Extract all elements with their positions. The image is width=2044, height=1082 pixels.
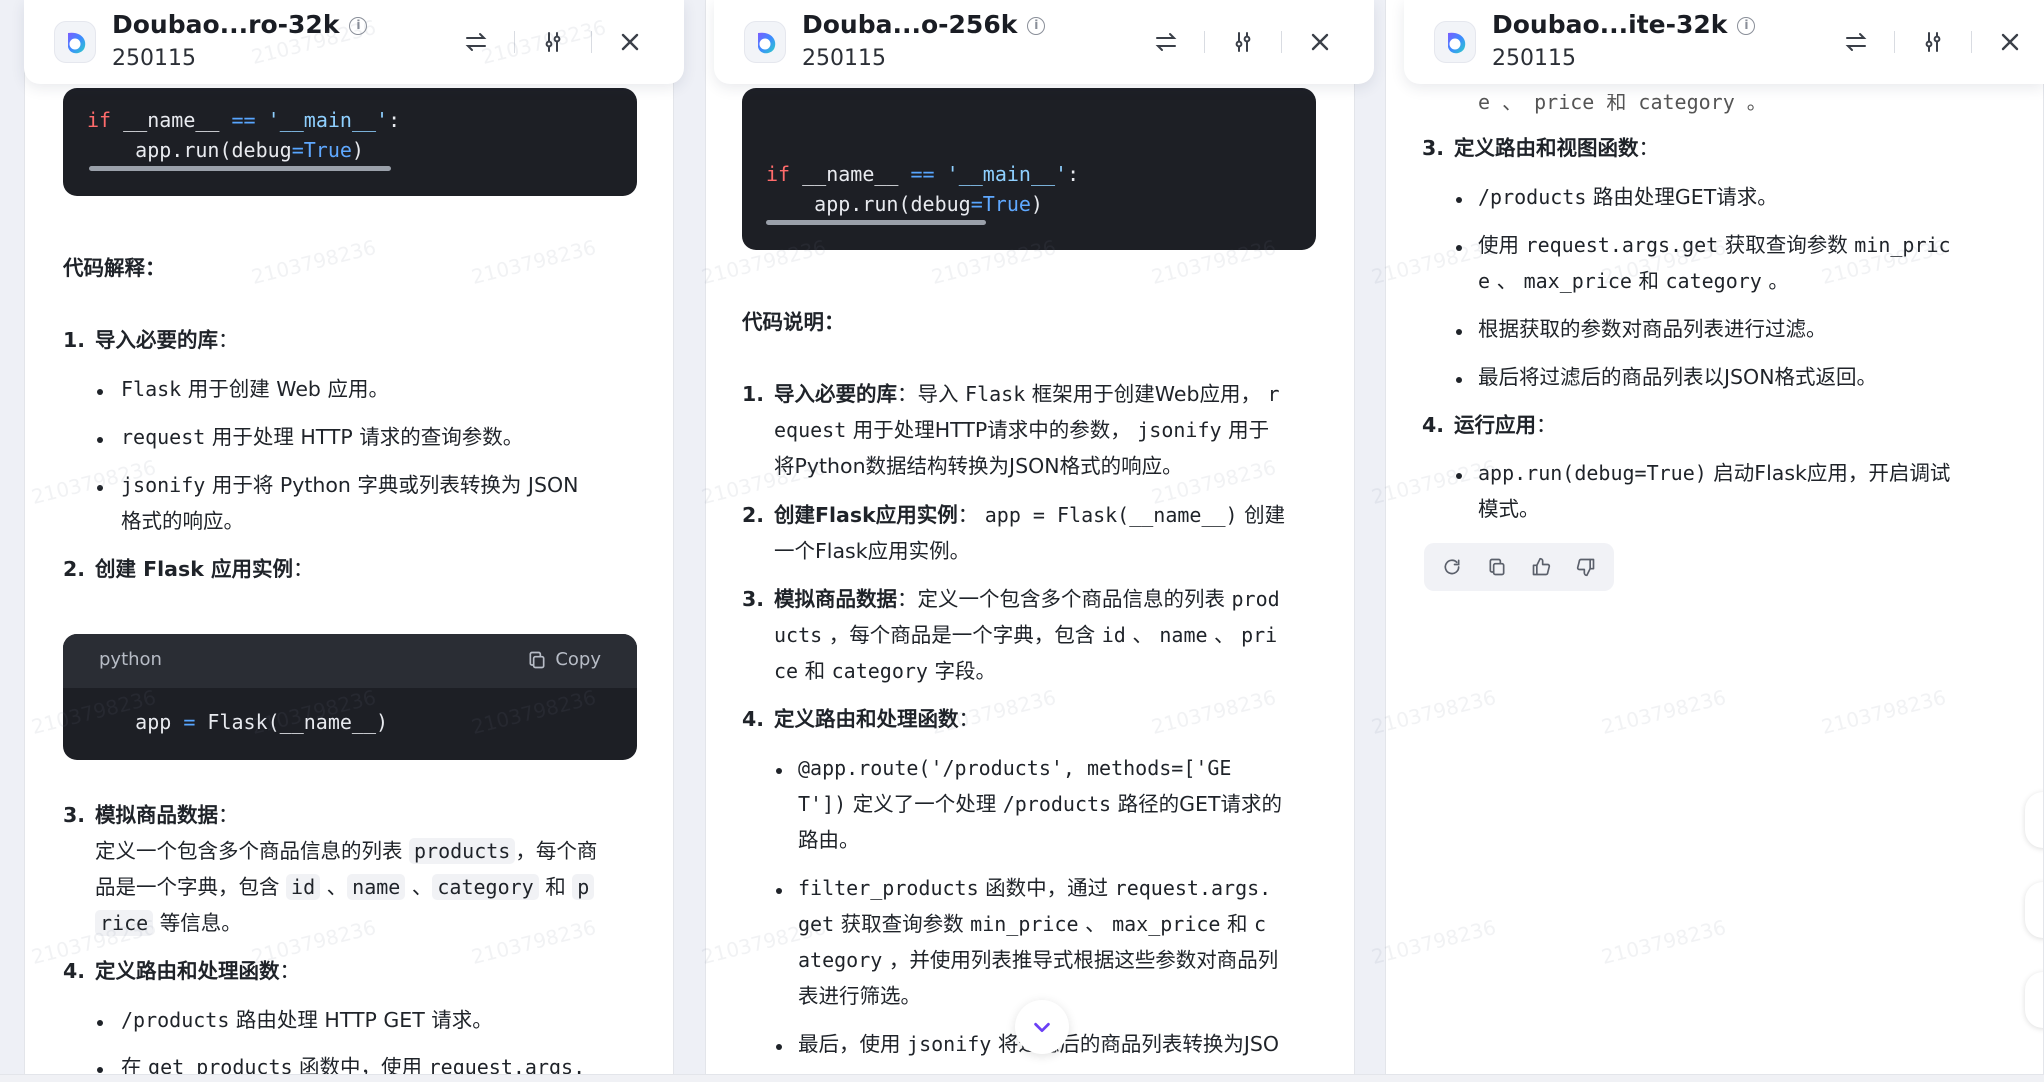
section-heading: 代码解释： bbox=[63, 256, 166, 280]
model-title: Doubao...ite-32k i bbox=[1492, 10, 1756, 39]
model-header-2: Douba...o-256k i 250115 bbox=[714, 0, 1374, 84]
list-item: jsonify 用于将 Python 字典或列表转换为 JSON bbox=[121, 473, 579, 497]
swap-model-button[interactable] bbox=[458, 24, 494, 60]
swap-model-button[interactable] bbox=[1838, 24, 1874, 60]
sliders-icon bbox=[545, 32, 561, 52]
sliders-icon bbox=[1925, 32, 1941, 52]
code-block-app-init: python Copy app = Flask(__name__) bbox=[63, 634, 637, 760]
copy-message-button[interactable] bbox=[1482, 552, 1512, 582]
chat-panel-2: if __name__ == '__main__': app.run(debug… bbox=[705, 0, 1355, 1082]
chat-panel-3: e 、 price 和 category 。 3. 定义路由和视图函数： /pr… bbox=[1385, 0, 2044, 1082]
list-item: /products 路由处理 HTTP GET 请求。 bbox=[121, 1008, 493, 1032]
chevron-down-icon bbox=[1034, 1022, 1050, 1033]
info-icon[interactable]: i bbox=[1737, 17, 1756, 35]
swap-icon bbox=[1155, 33, 1177, 51]
sliders-icon bbox=[1235, 32, 1251, 52]
scroll-to-bottom-button[interactable] bbox=[1015, 1000, 1069, 1054]
doubao-logo-icon bbox=[1434, 21, 1476, 63]
list-item: 导入必要的库：导入 Flask 框架用于创建Web应用， r bbox=[774, 382, 1280, 406]
code-block-main-guard: if __name__ == '__main__': app.run(debug… bbox=[742, 88, 1316, 250]
list-item: 最后将过滤后的商品列表以JSON格式返回。 bbox=[1478, 365, 1878, 389]
list-item: 模拟商品数据： bbox=[95, 803, 239, 827]
doubao-logo-icon bbox=[744, 21, 786, 63]
close-panel-button[interactable] bbox=[1302, 24, 1338, 60]
swap-icon bbox=[465, 33, 487, 51]
list-item: 模拟商品数据：定义一个包含多个商品信息的列表 prod bbox=[774, 587, 1280, 611]
section-heading: 代码说明： bbox=[742, 310, 845, 334]
close-panel-button[interactable] bbox=[612, 24, 648, 60]
info-icon[interactable]: i bbox=[349, 17, 368, 35]
copy-icon bbox=[529, 651, 545, 668]
list-item: 创建 Flask 应用实例： bbox=[95, 557, 314, 581]
model-settings-button[interactable] bbox=[1225, 24, 1261, 60]
horizontal-scrollbar[interactable] bbox=[766, 220, 986, 225]
close-icon bbox=[1311, 33, 1329, 51]
thumbs-down-icon bbox=[1576, 558, 1595, 577]
model-settings-button[interactable] bbox=[1915, 24, 1951, 60]
chat-panel-1: if __name__ == '__main__': app.run(debug… bbox=[24, 0, 674, 1082]
list-item: request 用于处理 HTTP 请求的查询参数。 bbox=[121, 425, 524, 449]
model-title: Doubao...ro-32k i bbox=[112, 10, 368, 39]
code-language-label: python bbox=[99, 649, 162, 670]
model-header-3: Doubao...ite-32k i 250115 bbox=[1404, 0, 2044, 84]
list-item: 创建Flask应用实例： app = Flask(__name__) 创建 bbox=[774, 503, 1286, 527]
close-icon bbox=[2001, 33, 2019, 51]
model-header-1: Doubao...ro-32k i 250115 bbox=[24, 0, 684, 84]
model-settings-button[interactable] bbox=[535, 24, 571, 60]
close-icon bbox=[621, 33, 639, 51]
list-item: 导入必要的库： bbox=[95, 328, 239, 352]
refresh-icon bbox=[1444, 559, 1460, 575]
model-title: Douba...o-256k i bbox=[802, 10, 1046, 39]
regenerate-button[interactable] bbox=[1437, 552, 1467, 582]
horizontal-scrollbar[interactable] bbox=[89, 166, 391, 171]
info-icon[interactable]: i bbox=[1027, 17, 1046, 35]
list-item: @app.route('/products', methods=['GE bbox=[798, 756, 1232, 780]
copy-button[interactable]: Copy bbox=[527, 649, 601, 670]
list-item: 定义路由和处理函数： bbox=[774, 707, 979, 731]
swap-model-button[interactable] bbox=[1148, 24, 1184, 60]
model-version: 250115 bbox=[802, 46, 886, 71]
model-version: 250115 bbox=[112, 46, 196, 71]
list-item: 运行应用： bbox=[1454, 413, 1557, 437]
list-item: app.run(debug=True) 启动Flask应用，开启调试 bbox=[1478, 461, 1951, 485]
like-button[interactable] bbox=[1526, 552, 1556, 582]
list-item: 定义路由和处理函数： bbox=[95, 959, 300, 983]
list-item: Flask 用于创建 Web 应用。 bbox=[121, 377, 389, 401]
model-version: 250115 bbox=[1492, 46, 1576, 71]
list-item: filter_products 函数中，通过 request.args. bbox=[798, 876, 1272, 900]
list-item: 定义路由和视图函数： bbox=[1454, 136, 1659, 160]
copy-icon bbox=[1489, 558, 1505, 576]
doubao-logo-icon bbox=[54, 21, 96, 63]
message-action-bar bbox=[1424, 543, 1614, 591]
code-block-main-guard: if __name__ == '__main__': app.run(debug… bbox=[63, 88, 637, 196]
close-panel-button[interactable] bbox=[1992, 24, 2028, 60]
list-item: 使用 request.args.get 获取查询参数 min_pric bbox=[1478, 233, 1951, 257]
thumbs-up-icon bbox=[1532, 557, 1551, 576]
dislike-button[interactable] bbox=[1571, 552, 1601, 582]
swap-icon bbox=[1845, 33, 1867, 51]
list-item: 根据获取的参数对商品列表进行过滤。 bbox=[1478, 317, 1827, 341]
list-item: /products 路由处理GET请求。 bbox=[1478, 185, 1778, 209]
